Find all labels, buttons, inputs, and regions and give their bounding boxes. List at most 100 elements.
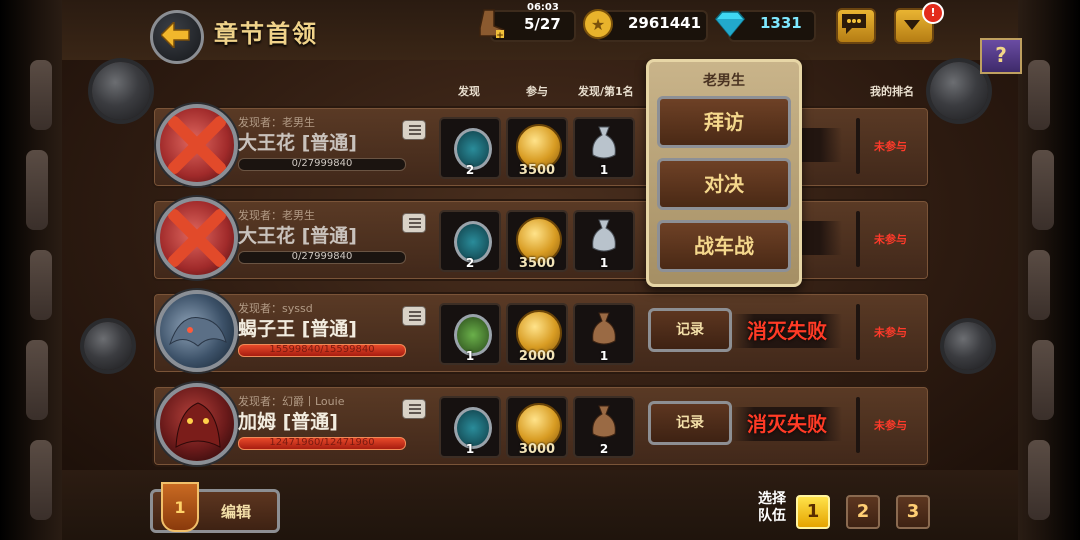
game-screen: 章节首领 + 06:03 5/27 ★ 2961441 1331 ! ? 发现 …: [0, 0, 1080, 540]
coin-slot: 3500: [506, 117, 568, 179]
stamina-value: 5/27: [524, 15, 561, 33]
coin-count: 3500: [518, 256, 556, 271]
chat-button[interactable]: [836, 8, 876, 44]
hp-text: 0/27999840: [291, 158, 353, 169]
team-number: 1: [174, 498, 186, 517]
notes-icon[interactable]: [402, 399, 426, 419]
diamond-plus-icon[interactable]: [712, 10, 748, 38]
bag-count: 2: [599, 442, 609, 456]
result-text: 消灭失败: [732, 314, 842, 348]
team-1-button[interactable]: 1: [796, 495, 830, 529]
boss-row[interactable]: 发现者：syssd 蝎子王 [普通] 15599840/15599840 1 2…: [152, 290, 930, 374]
hp-text: 0/27999840: [291, 251, 353, 262]
boot-icon: +: [479, 9, 505, 40]
bag-slot: 1: [573, 117, 635, 179]
column-found-first: 发现/第1名: [578, 85, 634, 98]
my-rank: 未参与: [874, 326, 907, 339]
boss-name: 大王花 [普通]: [238, 225, 357, 247]
hp-bar: 0/27999840: [238, 158, 406, 171]
coin-slot: 2000: [506, 303, 568, 365]
my-rank: 未参与: [874, 233, 907, 246]
left-stone-wall: [0, 0, 62, 540]
boss-portrait: [156, 104, 238, 186]
medal-slot: 2: [439, 210, 501, 272]
coin-count: 2000: [518, 349, 556, 364]
my-rank: 未参与: [874, 140, 907, 153]
gold-value: 2961441: [628, 14, 702, 32]
team-shield-icon: 1: [161, 482, 199, 532]
right-stone-wall: [1018, 0, 1080, 540]
hp-text: 15599840/15599840: [269, 344, 375, 355]
medal-count: 1: [465, 442, 475, 456]
gem-value: 1331: [760, 14, 802, 32]
notes-icon[interactable]: [402, 213, 426, 233]
my-rank: 未参与: [874, 419, 907, 432]
boss-row[interactable]: 发现者：幻爵丨Louie 加姆 [普通] 12471960/12471960 1…: [152, 383, 930, 467]
page-title: 章节首领: [214, 20, 318, 48]
bronze-bag-icon: [592, 405, 616, 438]
record-button[interactable]: 记录: [648, 308, 732, 352]
edit-label: 编辑: [221, 503, 252, 521]
coin-count: 3000: [518, 442, 556, 457]
divider: [856, 397, 860, 453]
medal-slot: 1: [439, 396, 501, 458]
medal-count: 2: [465, 256, 475, 270]
stamina-timer: 06:03: [527, 2, 559, 13]
bag-slot: 1: [573, 210, 635, 272]
scorpion-king-icon: [169, 317, 227, 347]
medal-count: 2: [465, 163, 475, 177]
team-3-button[interactable]: 3: [896, 495, 930, 529]
defeated-x-icon: [168, 209, 226, 267]
boss-name: 大王花 [普通]: [238, 132, 357, 154]
result-text: 消灭失败: [732, 407, 842, 441]
bag-count: 1: [599, 256, 609, 270]
boss-portrait: [156, 383, 238, 465]
garm-beast-icon: [175, 402, 221, 448]
popup-player-name: 老男生: [703, 73, 745, 89]
silver-bag-icon: [592, 219, 616, 252]
silver-bag-icon: [592, 126, 616, 159]
coin-count: 3500: [518, 163, 556, 178]
chariot-battle-button[interactable]: 战车战: [657, 220, 791, 272]
boss-portrait: [156, 197, 238, 279]
chat-bubble-icon: [842, 14, 866, 34]
notes-icon[interactable]: [402, 306, 426, 326]
iron-stud-decoration: [92, 62, 150, 120]
hp-bar: 15599840/15599840: [238, 344, 406, 357]
boss-row[interactable]: 发现者：老男生 大王花 [普通] 0/27999840 2 3500 1 灭！ …: [152, 197, 930, 281]
svg-text:★: ★: [591, 15, 605, 34]
boss-name: 蝎子王 [普通]: [238, 318, 357, 340]
help-button[interactable]: ?: [980, 38, 1022, 74]
gold-coin-plus-icon[interactable]: ★: [582, 8, 614, 40]
bag-slot: 2: [573, 396, 635, 458]
column-my-rank: 我的排名: [870, 85, 914, 98]
notes-icon[interactable]: [402, 120, 426, 140]
hp-bar: 12471960/12471960: [238, 437, 406, 450]
divider: [856, 304, 860, 360]
medal-slot: 2: [439, 117, 501, 179]
edit-team-button[interactable]: 1 编辑: [150, 482, 280, 533]
notification-badge: !: [922, 2, 944, 24]
boss-row[interactable]: 发现者：老男生 大王花 [普通] 0/27999840 2 3500 1 灭！ …: [152, 104, 930, 188]
hp-bar: 0/27999840: [238, 251, 406, 264]
boss-portrait: [156, 290, 238, 372]
bag-slot: 1: [573, 303, 635, 365]
record-button[interactable]: 记录: [648, 401, 732, 445]
bronze-bag-icon: [592, 312, 616, 345]
visit-button[interactable]: 拜访: [657, 96, 791, 148]
back-button[interactable]: [150, 10, 204, 64]
boss-name: 加姆 [普通]: [238, 411, 338, 433]
divider: [856, 211, 860, 267]
divider: [856, 118, 860, 174]
hp-text: 12471960/12471960: [269, 437, 375, 448]
duel-button[interactable]: 对决: [657, 158, 791, 210]
team-2-button[interactable]: 2: [846, 495, 880, 529]
back-arrow-icon: [161, 22, 190, 48]
player-action-popup: 老男生 拜访 对决 战车战: [646, 59, 802, 287]
medal-count: 1: [465, 349, 475, 363]
coin-slot: 3500: [506, 210, 568, 272]
bag-count: 1: [599, 349, 609, 363]
medal-slot: 1: [439, 303, 501, 365]
bag-count: 1: [599, 163, 609, 177]
iron-stud-decoration: [84, 322, 132, 370]
